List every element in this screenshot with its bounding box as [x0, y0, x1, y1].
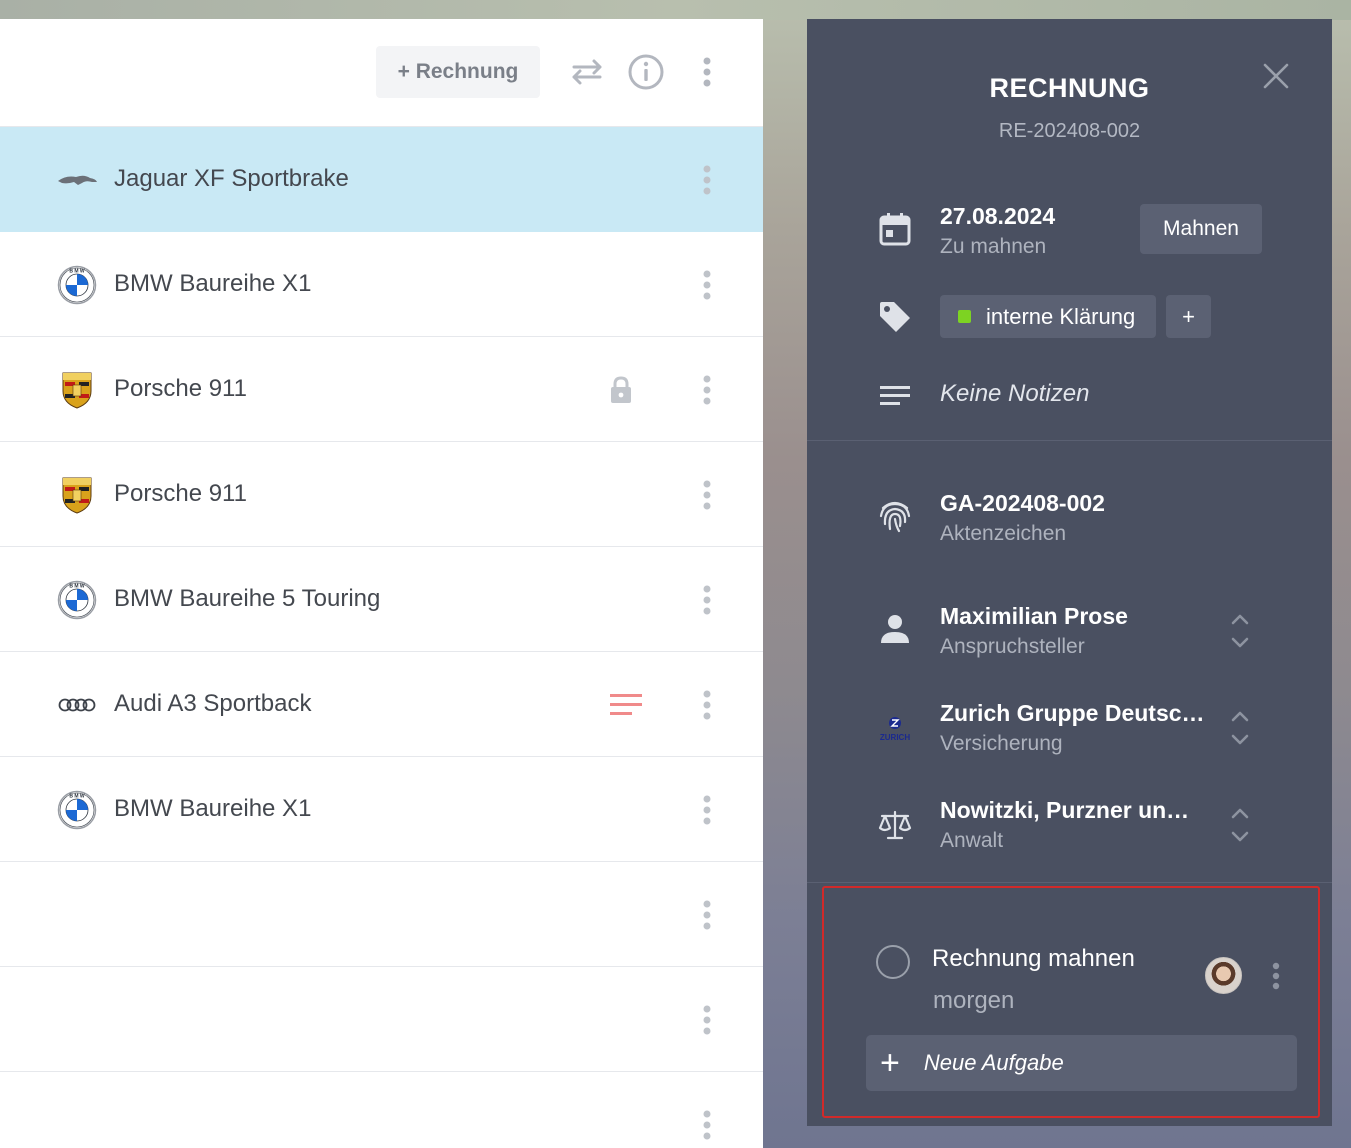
invoice-number: RE-202408-002: [998, 120, 1141, 142]
info-icon[interactable]: [626, 52, 666, 92]
vehicle-list-panel: + Rechnung Jaguar XF Sportbrake B M W BMW …: [0, 19, 763, 1148]
notes-icon: [609, 688, 643, 722]
more-vertical-icon[interactable]: [695, 688, 719, 722]
insurance-label: Versicherung: [940, 732, 1063, 755]
tag-label: interne Klärung: [986, 303, 1136, 329]
divider: [807, 882, 1332, 883]
task-checkbox[interactable]: [876, 945, 910, 979]
list-item[interactable]: [0, 1072, 763, 1148]
list-item[interactable]: Jaguar XF Sportbrake: [0, 127, 763, 232]
lawyer-name[interactable]: Nowitzki, Purzner un…: [940, 797, 1189, 824]
list-item[interactable]: [0, 967, 763, 1072]
claimant-name[interactable]: Maximilian Prose: [940, 603, 1128, 630]
more-vertical-icon[interactable]: [695, 793, 719, 827]
list-item[interactable]: Porsche 911: [0, 442, 763, 547]
more-vertical-icon[interactable]: [695, 898, 719, 932]
list-item-label: Jaguar XF Sportbrake: [114, 165, 349, 192]
list-toolbar: + Rechnung: [0, 19, 763, 127]
tag-color-dot: [958, 310, 971, 323]
list-item[interactable]: B M W BMW Baureihe X1: [0, 232, 763, 337]
list-item-label: Porsche 911: [114, 480, 247, 507]
jaguar-logo: [56, 159, 98, 201]
list-item-label: BMW Baureihe X1: [114, 270, 312, 297]
insurance-name[interactable]: Zurich Gruppe Deutsc…: [940, 700, 1205, 727]
porsche-logo: [56, 369, 98, 411]
tag-icon: [875, 297, 915, 337]
calendar-icon: [875, 209, 915, 249]
list-item[interactable]: B M W BMW Baureihe X1: [0, 757, 763, 862]
list-item[interactable]: Porsche 911: [0, 337, 763, 442]
svg-text:B M W: B M W: [69, 269, 85, 275]
more-vertical-icon[interactable]: [687, 52, 727, 92]
lawyer-label: Anwalt: [940, 829, 1004, 852]
new-task-button[interactable]: + Neue Aufgabe: [866, 1035, 1297, 1091]
scales-icon: [875, 805, 915, 845]
list-item-label: BMW Baureihe X1: [114, 795, 312, 822]
list-item[interactable]: [0, 862, 763, 967]
zurich-logo: ZURICH: [875, 708, 915, 748]
swap-icon[interactable]: [567, 52, 607, 92]
more-vertical-icon[interactable]: [695, 268, 719, 302]
add-invoice-button[interactable]: + Rechnung: [376, 46, 540, 98]
sort-lawyer-icon[interactable]: [1227, 805, 1253, 845]
more-vertical-icon[interactable]: [695, 583, 719, 617]
fingerprint-icon: [875, 496, 915, 536]
claimant-label: Anspruchsteller: [940, 635, 1085, 658]
file-number-label: Aktenzeichen: [940, 522, 1067, 545]
porsche-logo: [56, 474, 98, 516]
list-item-label: BMW Baureihe 5 Touring: [114, 585, 381, 612]
task-title[interactable]: Rechnung mahnen: [932, 945, 1135, 973]
svg-text:B M W: B M W: [69, 794, 85, 800]
notes-text[interactable]: Keine Notizen: [940, 380, 1089, 408]
detail-title: RECHNUNG: [989, 73, 1150, 103]
notes-icon: [875, 376, 915, 416]
lock-icon: [604, 373, 638, 407]
bmw-logo: B M W: [56, 579, 98, 621]
task-due: morgen: [933, 987, 1015, 1014]
list-item[interactable]: B M W BMW Baureihe 5 Touring: [0, 547, 763, 652]
more-vertical-icon[interactable]: [695, 1108, 719, 1142]
plus-icon: +: [880, 1044, 900, 1082]
close-icon[interactable]: [1257, 57, 1295, 95]
bmw-logo: B M W: [56, 264, 98, 306]
due-date: 27.08.2024: [940, 203, 1056, 229]
more-vertical-icon[interactable]: [695, 163, 719, 197]
new-task-label: Neue Aufgabe: [923, 1050, 1064, 1075]
svg-text:B M W: B M W: [69, 584, 85, 590]
sort-claimant-icon[interactable]: [1227, 611, 1253, 651]
mahnen-button[interactable]: Mahnen: [1140, 204, 1262, 254]
sort-insurance-icon[interactable]: [1227, 708, 1253, 748]
avatar[interactable]: [1205, 957, 1242, 994]
due-status: Zu mahnen: [940, 235, 1047, 258]
more-vertical-icon[interactable]: [1264, 958, 1288, 994]
person-icon: [875, 609, 915, 649]
add-tag-button[interactable]: +: [1166, 295, 1211, 338]
list-item[interactable]: Audi A3 Sportback: [0, 652, 763, 757]
list-item-label: Audi A3 Sportback: [114, 690, 312, 717]
file-number: GA-202408-002: [940, 490, 1105, 516]
more-vertical-icon[interactable]: [695, 373, 719, 407]
divider: [807, 440, 1332, 441]
svg-text:ZURICH: ZURICH: [880, 733, 910, 742]
bmw-logo: B M W: [56, 789, 98, 831]
list-item-label: Porsche 911: [114, 375, 247, 402]
tag-internal-clarification[interactable]: interne Klärung: [940, 295, 1156, 338]
more-vertical-icon[interactable]: [695, 478, 719, 512]
background: [0, 0, 1351, 20]
audi-logo: [56, 684, 98, 726]
more-vertical-icon[interactable]: [695, 1003, 719, 1037]
